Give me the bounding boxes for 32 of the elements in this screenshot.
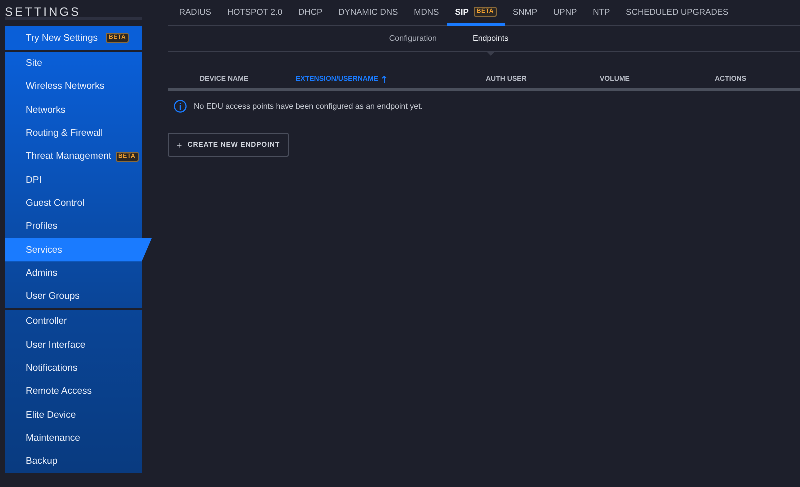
- tab[interactable]: HOTSPOT 2.0: [219, 0, 291, 26]
- sidebar-item[interactable]: Guest Control: [5, 192, 142, 216]
- sidebar-item[interactable]: Admins: [5, 262, 142, 285]
- tab[interactable]: DYNAMIC DNS: [330, 0, 406, 26]
- sidebar-item[interactable]: Profiles: [5, 215, 142, 238]
- plus-icon: [177, 142, 182, 148]
- tab[interactable]: DHCP: [290, 0, 331, 26]
- sidebar-item[interactable]: DPI: [5, 168, 142, 192]
- sort-arrow-icon: [382, 76, 388, 82]
- sidebar-item[interactable]: Remote Access: [5, 380, 142, 404]
- sidebar-item[interactable]: Wireless Networks: [5, 75, 142, 99]
- tab[interactable]: NTP: [585, 0, 618, 26]
- sidebar-item[interactable]: Routing & Firewall: [5, 122, 142, 146]
- tab[interactable]: SNMP: [504, 0, 546, 26]
- sidebar-item[interactable]: Backup: [5, 450, 142, 474]
- tab[interactable]: RADIUS: [171, 0, 220, 26]
- sub-tab[interactable]: Configuration: [389, 26, 437, 51]
- empty-message: No EDU access points have been configured as an endpoint yet.: [194, 102, 424, 111]
- tab[interactable]: SCHEDULED UPGRADES: [618, 0, 737, 26]
- sidebar-item[interactable]: Elite Device: [5, 403, 142, 427]
- tab[interactable]: MDNS: [406, 0, 448, 26]
- sidebar-item[interactable]: Controller: [5, 310, 142, 334]
- sidebar-item[interactable]: Maintenance: [5, 426, 142, 450]
- tab[interactable]: UPNP: [546, 0, 586, 26]
- sidebar-title: SETTINGS: [5, 0, 142, 20]
- sidebar-item[interactable]: User Interface: [5, 334, 142, 357]
- info-icon: [174, 100, 187, 113]
- sub-tab[interactable]: Endpoints: [473, 26, 509, 51]
- sidebar-item[interactable]: Networks: [5, 98, 142, 122]
- sidebar-item[interactable]: Site: [5, 52, 142, 76]
- sidebar-item[interactable]: Notifications: [5, 356, 142, 380]
- sidebar-item[interactable]: User Groups: [5, 284, 142, 308]
